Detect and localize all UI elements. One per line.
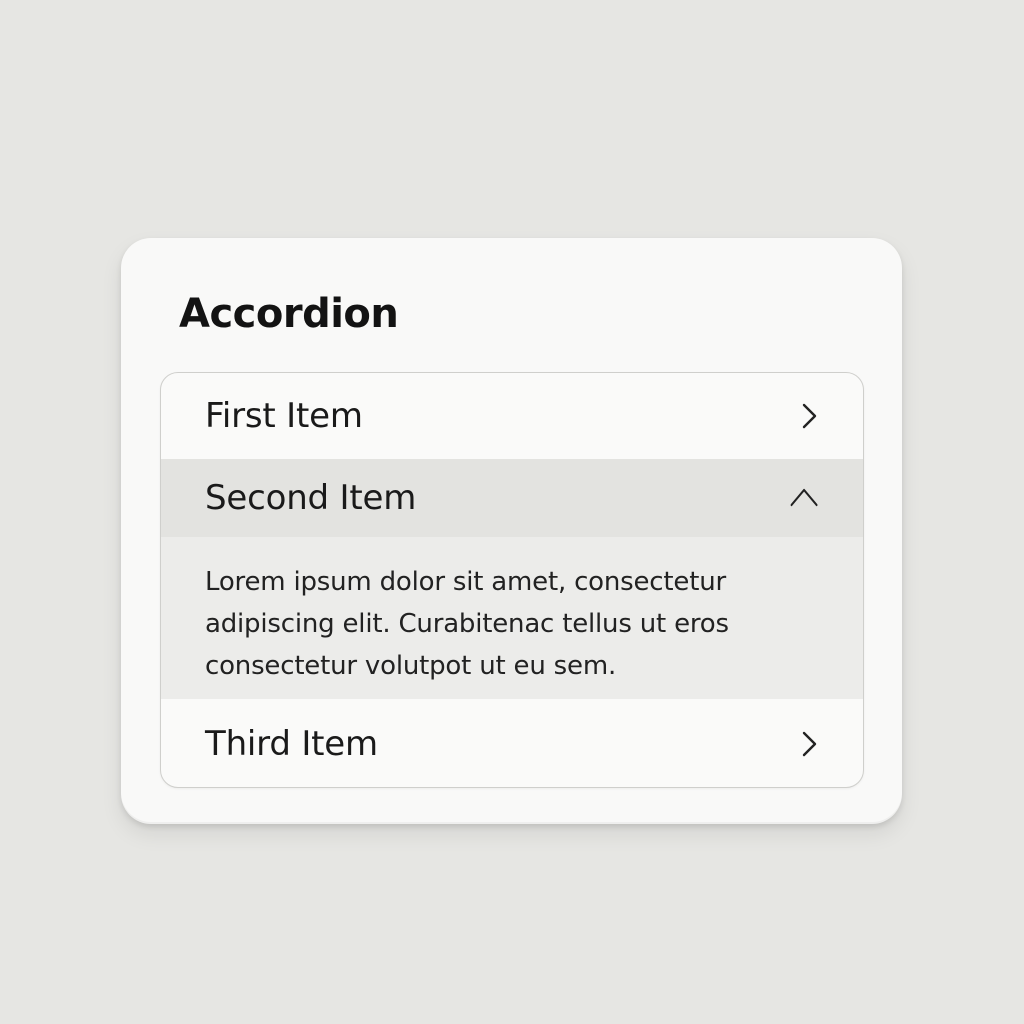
accordion-item-second-panel: Lorem ipsum dolor sit amet, consectetur … <box>161 537 863 699</box>
chevron-right-icon <box>795 730 823 758</box>
card-title: Accordion <box>179 291 399 337</box>
accordion-card: Accordion First Item Second Item Lorem i… <box>121 238 902 824</box>
accordion-item-third-header[interactable]: Third Item <box>161 699 863 787</box>
accordion-item-label: Third Item <box>205 724 378 764</box>
accordion-panel-text: Lorem ipsum dolor sit amet, consectetur … <box>205 567 729 681</box>
chevron-right-icon <box>795 402 823 430</box>
accordion-item-label: First Item <box>205 396 363 436</box>
accordion-item-first-header[interactable]: First Item <box>161 373 863 459</box>
chevron-up-icon <box>785 484 823 512</box>
accordion-item-second-header[interactable]: Second Item <box>161 459 863 537</box>
accordion-item-label: Second Item <box>205 478 417 518</box>
accordion: First Item Second Item Lorem ipsum dolor… <box>160 372 864 788</box>
